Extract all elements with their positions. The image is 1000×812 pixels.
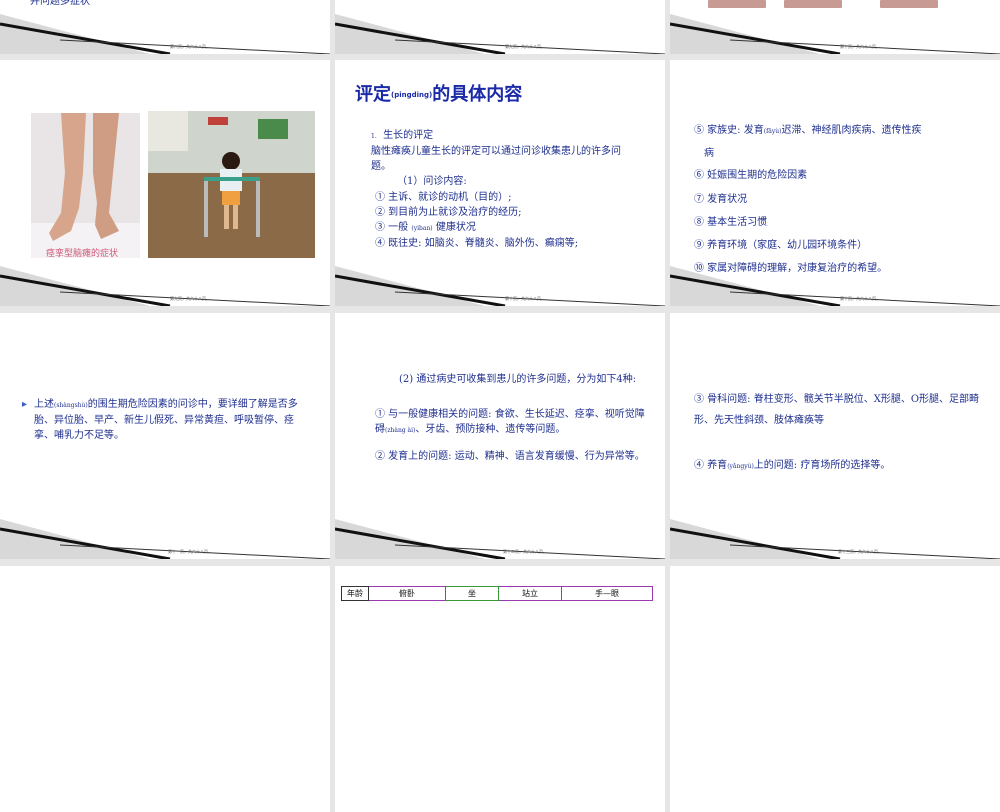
slide-thumbnail[interactable] (670, 566, 1000, 812)
slide-thumbnail[interactable]: 痉挛型脑瘫的症状 第九页，共六十八页。 (0, 60, 330, 306)
page-number: 第九页，共六十八页。 (505, 44, 545, 49)
page-number: 第九页，共六十八页。 (170, 296, 210, 301)
intro-text: 脑性瘫痪儿童生长的评定可以通过问诊收集患儿的许多问题。 (371, 146, 621, 172)
paragraph: 上述(shàngshù)的围生期危险因素的问诊中，要详细了解是否多胎、异位胎、早… (34, 399, 298, 441)
slide-thumbnail[interactable]: 并问题多症状 第八页，共六十八页。 (0, 0, 330, 54)
paragraph: ④ 养育(yǎngyù)上的问题: 疗育场所的选择等。 (694, 460, 891, 471)
paragraph: (2) 通过病史可收集到患儿的许多问题，分为如下4种: (399, 374, 637, 385)
list-item: ④ 既往史: 如脑炎、脊髓炎、脑外伤、癫痫等; (375, 238, 579, 249)
slide-thumbnail[interactable]: 第九页，共六十八页。 (335, 0, 665, 54)
slide-thumbnail[interactable] (0, 566, 330, 812)
child-walker-photo (148, 111, 315, 258)
slide-title: 评定(pingding)的具体内容 (355, 84, 523, 105)
page-number: 第十二页，共六十八页。 (503, 549, 547, 554)
table-header: 站立 (498, 586, 562, 601)
photo-caption: 痉挛型脑瘫的症状 (46, 249, 119, 259)
page-number: 第十页，共六十八页。 (840, 44, 880, 49)
legs-photo (31, 113, 140, 258)
slide-thumbnail[interactable]: 年龄 俯卧 坐 站立 手—眼 (335, 566, 665, 812)
page-number: 第十一页，共六十八页。 (168, 549, 212, 554)
table-header: 年龄 (341, 586, 369, 601)
table-header: 手—眼 (561, 586, 653, 601)
list-item: ⑨ 养育环境（家庭、幼儿园环境条件） (694, 240, 868, 251)
section-heading: 1. 生长的评定 (371, 130, 434, 141)
bullet-icon: ▸ (22, 399, 28, 410)
slide-thumbnail[interactable]: ⑤ 家族史: 发育(fāyù)迟滞、神经肌肉疾病、遗传性疾 病 ⑥ 妊娠围生期的… (670, 60, 1000, 306)
slide-text: 并问题多症状 (30, 0, 90, 7)
page-number: 第十三页，共六十八页。 (838, 549, 882, 554)
slide-thumbnail[interactable]: 第十页，共六十八页。 (670, 0, 1000, 54)
photo-strip (880, 0, 938, 8)
paragraph: ③ 骨科问题: 脊柱变形、髋关节半脱位、X形腿、O形腿、足部畸形、先天性斜颈、肢… (694, 394, 980, 426)
list-item: ② 到目前为止就诊及治疗的经历; (375, 207, 522, 218)
page-number: 第十页，共六十八页。 (840, 296, 880, 301)
list-item-continued: 病 (704, 148, 714, 159)
page-number: 第八页，共六十八页。 (170, 44, 210, 49)
table-header: 坐 (445, 586, 499, 601)
list-item: ⑤ 家族史: 发育(fāyù)迟滞、神经肌肉疾病、遗传性疾 (694, 125, 922, 136)
table-header: 俯卧 (368, 586, 446, 601)
list-item: ⑥ 妊娠围生期的危险因素 (694, 170, 808, 181)
paragraph: ② 发育上的问题: 运动、精神、语言发育缓慢、行为异常等。 (375, 451, 645, 462)
list-item: ⑧ 基本生活习惯 (694, 217, 768, 228)
development-table: 年龄 俯卧 坐 站立 手—眼 (341, 586, 653, 601)
paragraph: ① 与一般健康相关的问题: 食欲、生长延迟、痉挛、视听觉障碍(zhàng ài)… (375, 409, 645, 435)
sub-heading: （1）问诊内容: (397, 176, 467, 187)
slide-thumbnail[interactable]: ③ 骨科问题: 脊柱变形、髋关节半脱位、X形腿、O形腿、足部畸形、先天性斜颈、肢… (670, 313, 1000, 559)
photo-strip (708, 0, 766, 8)
page-number: 第十页，共六十八页。 (505, 296, 545, 301)
list-item: ① 主诉、就诊的动机（目的）; (375, 192, 512, 203)
slide-thumbnail[interactable]: (2) 通过病史可收集到患儿的许多问题，分为如下4种: ① 与一般健康相关的问题… (335, 313, 665, 559)
slide-thumbnail[interactable]: 评定(pingding)的具体内容 1. 生长的评定 脑性瘫痪儿童生长的评定可以… (335, 60, 665, 306)
photo-strip (784, 0, 842, 8)
list-item: ⑦ 发育状况 (694, 194, 748, 205)
slide-thumbnail[interactable]: ▸ 上述(shàngshù)的围生期危险因素的问诊中，要详细了解是否多胎、异位胎… (0, 313, 330, 559)
list-item: ③ 一般 (yiban) 健康状况 (375, 222, 476, 233)
